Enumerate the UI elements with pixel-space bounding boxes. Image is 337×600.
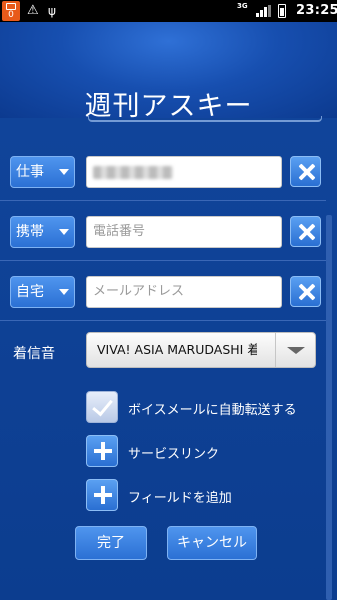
network-type: 3G <box>237 2 248 10</box>
close-icon <box>291 277 320 306</box>
scrollbar[interactable] <box>326 215 332 600</box>
ringtone-select[interactable]: VIVA! ASIA MARUDASHI 着 <box>86 332 316 368</box>
phone-type-label: 携帯 <box>16 224 44 240</box>
divider <box>0 260 326 261</box>
voicemail-label: ボイスメールに自動転送する <box>128 403 297 418</box>
divider <box>0 200 326 201</box>
phone-field-work[interactable] <box>86 156 282 188</box>
dropdown-arrow-icon <box>275 333 315 367</box>
divider <box>0 320 326 321</box>
blurred-value <box>93 166 173 179</box>
chevron-down-icon <box>59 289 69 295</box>
signal-icon <box>256 5 271 17</box>
notification-count: 0 <box>8 10 14 20</box>
phone-type-selector-mobile[interactable]: 携帯 <box>10 216 75 248</box>
status-bar: 0 ⚠ ψ 3G 23:25 <box>0 0 337 22</box>
phone-placeholder: 電話番号 <box>93 224 146 239</box>
service-link-label: サービスリンク <box>128 447 220 462</box>
email-placeholder: メールアドレス <box>93 284 185 299</box>
header-divider <box>88 116 322 122</box>
notification-icon[interactable]: 0 <box>2 1 20 21</box>
phone-type-label: 仕事 <box>16 164 44 180</box>
ringtone-label: 着信音 <box>13 346 55 362</box>
header: 週刊アスキー <box>0 22 337 122</box>
delete-button-home[interactable] <box>290 276 321 307</box>
done-button[interactable]: 完了 <box>75 526 147 560</box>
clock: 23:25 <box>296 3 337 18</box>
usb-icon: ψ <box>48 4 56 18</box>
phone-type-selector-work[interactable]: 仕事 <box>10 156 75 188</box>
chevron-down-icon <box>59 229 69 235</box>
delete-button-mobile[interactable] <box>290 216 321 247</box>
battery-icon <box>278 4 286 18</box>
phone-number-field[interactable]: 電話番号 <box>86 216 282 248</box>
add-field-button[interactable] <box>86 479 118 511</box>
close-icon <box>291 217 320 246</box>
email-field[interactable]: メールアドレス <box>86 276 282 308</box>
close-icon <box>291 157 320 186</box>
voicemail-checkbox[interactable] <box>86 391 118 423</box>
add-service-link-button[interactable] <box>86 435 118 467</box>
add-field-label: フィールドを追加 <box>128 491 232 506</box>
warning-icon: ⚠ <box>27 3 39 18</box>
cancel-button[interactable]: キャンセル <box>167 526 257 560</box>
chevron-down-icon <box>59 169 69 175</box>
ringtone-value: VIVA! ASIA MARUDASHI 着 <box>97 342 257 357</box>
email-type-selector-home[interactable]: 自宅 <box>10 276 75 308</box>
email-type-label: 自宅 <box>16 284 44 300</box>
delete-button-work[interactable] <box>290 156 321 187</box>
